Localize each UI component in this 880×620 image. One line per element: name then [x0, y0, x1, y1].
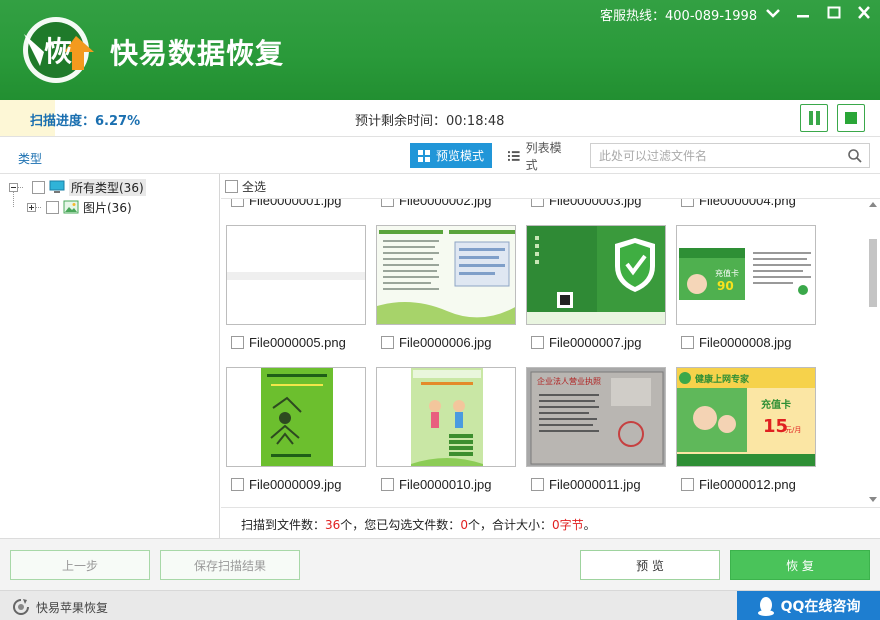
svg-text:充值卡: 充值卡 — [761, 398, 791, 411]
file-item[interactable]: File0000005.png — [231, 335, 346, 350]
file-checkbox[interactable] — [681, 478, 694, 491]
tree-item-all-types[interactable]: 所有类型(36) — [9, 178, 146, 196]
computer-icon — [49, 180, 65, 193]
preview-button[interactable]: 预 览 — [580, 550, 720, 580]
file-item[interactable]: File0000012.png — [681, 477, 796, 492]
type-tree: 所有类型(36) 图片(36) — [0, 174, 220, 538]
apple-recovery-link[interactable]: 快易苹果恢复 — [12, 598, 108, 616]
image-icon — [63, 200, 79, 214]
list-mode-button[interactable]: 列表模式 — [500, 141, 580, 172]
svg-text:元/月: 元/月 — [785, 426, 801, 434]
hotline-text: 客服热线：400-089-1998 — [600, 9, 758, 24]
pause-icon — [809, 111, 813, 125]
thumbnail-file5[interactable] — [226, 225, 366, 325]
app-title: 快易数据恢复 — [110, 37, 285, 70]
grid-icon — [418, 149, 430, 162]
remaining-time: 预计剩余时间：00:18:48 — [355, 114, 505, 129]
list-icon — [508, 150, 520, 161]
svg-text:企业法人营业执照: 企业法人营业执照 — [537, 376, 601, 386]
tree-checkbox-all[interactable] — [32, 180, 45, 194]
chevron-down-icon[interactable] — [761, 2, 785, 24]
save-scan-result-button[interactable]: 保存扫描结果 — [160, 550, 300, 580]
minimize-icon[interactable] — [791, 2, 815, 24]
file-checkbox[interactable] — [231, 478, 244, 491]
svg-text:充值卡: 充值卡 — [715, 268, 739, 278]
scan-progress-row: 扫描进度：6.27% 预计剩余时间：00:18:48 — [0, 100, 880, 137]
title-bar: 恢 快易数据恢复 客服热线：400-089-1998 — [0, 0, 880, 100]
file-item[interactable]: File0000008.jpg — [681, 335, 792, 350]
file-item-partial[interactable]: File0000003.jpg — [531, 199, 642, 208]
file-item[interactable]: File0000007.jpg — [531, 335, 642, 350]
app-logo-icon: 恢 — [23, 17, 94, 83]
vertical-scrollbar[interactable] — [866, 199, 880, 507]
footer-bar: 快易苹果恢复 QQ在线咨询 — [0, 590, 880, 620]
apple-recovery-label: 快易苹果恢复 — [36, 600, 109, 615]
collapse-icon[interactable] — [9, 182, 18, 192]
thumbnail-grid: File0000001.jpg File0000002.jpg File0000… — [221, 199, 866, 507]
svg-text:90: 90 — [717, 279, 734, 293]
type-header: 类型 — [18, 152, 43, 166]
file-preview-panel: 全选 File0000001.jpg File0000002.jpg File0… — [221, 174, 880, 538]
action-bar: 上一步 保存扫描结果 预 览 恢 复 — [0, 538, 880, 590]
select-all-label: 全选 — [242, 180, 267, 194]
stop-button[interactable] — [837, 104, 865, 132]
qq-consult-label: QQ在线咨询 — [780, 599, 861, 615]
filter-input[interactable] — [599, 148, 839, 164]
file-checkbox[interactable] — [681, 336, 694, 349]
file-checkbox[interactable] — [531, 336, 544, 349]
tree-label-images: 图片(36) — [83, 200, 132, 215]
filter-search-box — [590, 143, 870, 168]
maximize-icon[interactable] — [822, 2, 846, 24]
select-all-checkbox[interactable] — [225, 180, 238, 193]
file-item[interactable]: File0000006.jpg — [381, 335, 492, 350]
search-icon[interactable] — [847, 148, 863, 164]
total-size: 0字节 — [551, 518, 584, 532]
recover-button[interactable]: 恢 复 — [730, 550, 870, 580]
scan-status-text: 扫描到文件数：36个，您已勾选文件数：0个，合计大小：0字节。 — [241, 518, 596, 532]
select-all[interactable]: 全选 — [225, 178, 266, 195]
thumbnail-file12[interactable]: 健康上网专家 充值卡 15 元/月 — [676, 367, 816, 467]
thumbnail-file7[interactable] — [526, 225, 666, 325]
preview-mode-button[interactable]: 预览模式 — [410, 143, 492, 168]
thumbnail-file10[interactable] — [376, 367, 516, 467]
found-count: 36 — [325, 518, 341, 532]
selected-count: 0 — [460, 518, 468, 532]
tree-label-all-types: 所有类型(36) — [69, 178, 146, 196]
scrollbar-thumb[interactable] — [869, 239, 877, 307]
file-checkbox[interactable] — [381, 336, 394, 349]
thumbnail-file11[interactable]: 企业法人营业执照 — [526, 367, 666, 467]
view-toolbar: 类型 预览模式 列表模式 — [0, 137, 880, 174]
svg-text:健康上网专家: 健康上网专家 — [695, 373, 750, 385]
qq-penguin-icon — [757, 597, 774, 616]
close-icon[interactable] — [852, 2, 876, 24]
thumbnail-file8[interactable]: 充值卡 90 — [676, 225, 816, 325]
qq-consult-button[interactable]: QQ在线咨询 — [737, 591, 880, 620]
refresh-icon — [13, 599, 29, 615]
scroll-down-icon[interactable] — [869, 497, 877, 503]
file-item-partial[interactable]: File0000004.png — [681, 199, 796, 208]
tree-checkbox-images[interactable] — [46, 200, 59, 214]
file-checkbox[interactable] — [531, 478, 544, 491]
expand-icon[interactable] — [27, 202, 36, 212]
scan-progress-label: 扫描进度：6.27% — [30, 114, 141, 129]
thumbnail-file6[interactable] — [376, 225, 516, 325]
file-checkbox[interactable] — [231, 336, 244, 349]
file-item-partial[interactable]: File0000002.jpg — [381, 199, 492, 208]
file-checkbox[interactable] — [381, 478, 394, 491]
file-item[interactable]: File0000010.jpg — [381, 477, 492, 492]
prev-step-button[interactable]: 上一步 — [10, 550, 150, 580]
pause-button[interactable] — [800, 104, 828, 132]
list-mode-label: 列表模式 — [525, 140, 562, 172]
scroll-up-icon[interactable] — [869, 201, 877, 207]
preview-mode-label: 预览模式 — [436, 149, 485, 163]
svg-text:恢: 恢 — [44, 35, 72, 68]
file-item[interactable]: File0000009.jpg — [231, 477, 342, 492]
file-item-partial[interactable]: File0000001.jpg — [231, 199, 342, 208]
stop-icon — [845, 112, 857, 124]
tree-item-images[interactable]: 图片(36) — [27, 198, 132, 216]
file-item[interactable]: File0000011.jpg — [531, 477, 641, 492]
thumbnail-file9[interactable] — [226, 367, 366, 467]
